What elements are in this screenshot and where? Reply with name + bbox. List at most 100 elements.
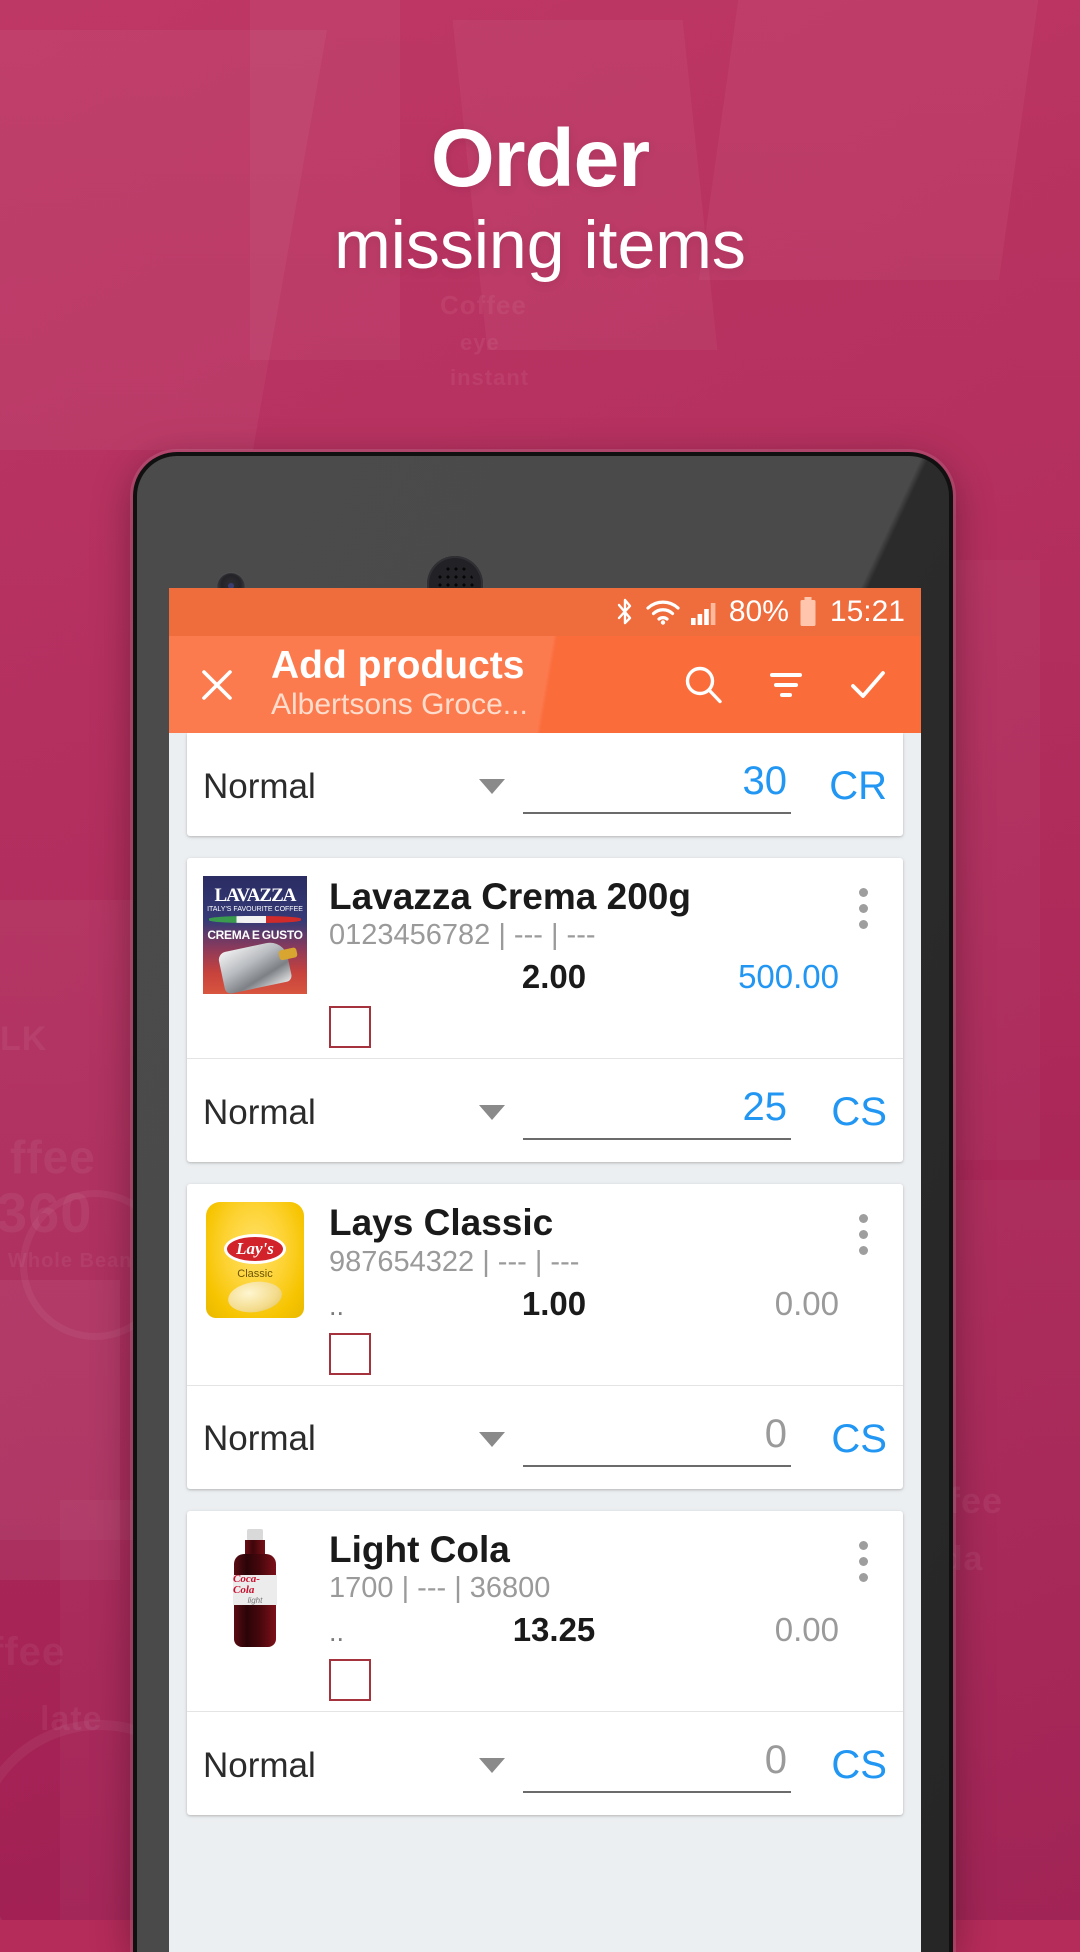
app-bar-titles: Add products Albertsons Groce... <box>271 644 677 723</box>
unit-label[interactable]: CS <box>791 1417 887 1462</box>
chevron-down-icon <box>479 1431 505 1447</box>
chevron-down-icon <box>479 1758 505 1774</box>
more-options-button[interactable] <box>839 1529 887 1701</box>
product-codes: 0123456782 | --- | --- <box>329 919 596 952</box>
product-summary[interactable]: Lay's Classic Lays Classic 987654322 | -… <box>187 1184 903 1386</box>
headline-line-1: Order <box>430 113 650 204</box>
ghost-label: ffee <box>0 1630 66 1674</box>
close-icon <box>202 669 232 700</box>
list-item[interactable]: Coca-Cola light Light Cola 1700 | --- | 3… <box>187 1510 903 1816</box>
product-summary[interactable]: LAVAZZA ITALY'S FAVOURITE COFFEE CREMA E… <box>187 858 903 1060</box>
quantity-input[interactable]: 0 <box>523 1738 791 1794</box>
check-icon <box>851 670 885 698</box>
list-item-partial[interactable]: Normal 30 CR <box>187 733 903 836</box>
quantity-input[interactable]: 25 <box>523 1085 791 1141</box>
more-vertical-icon <box>858 1230 868 1240</box>
order-type-select[interactable]: Normal <box>203 1746 523 1786</box>
order-type-label: Normal <box>203 1092 316 1132</box>
battery-icon <box>798 596 818 628</box>
order-quantity-row[interactable]: Normal 25 CS <box>187 1059 903 1162</box>
lavazza-crema-gusto-pack-icon: LAVAZZA ITALY'S FAVOURITE COFFEE CREMA E… <box>203 876 307 994</box>
product-info: Lavazza Crema 200g 0123456782 | --- | --… <box>329 876 839 1049</box>
phone-bezel: 80% 15:21 Add products Albertsons Groce.… <box>137 456 949 1952</box>
more-options-button[interactable] <box>839 876 887 1048</box>
order-type-label: Normal <box>203 1745 316 1785</box>
ghost-label: late <box>40 1700 103 1738</box>
product-name: Light Cola <box>329 1528 510 1570</box>
order-type-select[interactable]: Normal <box>203 1093 523 1133</box>
product-price: 500.00 <box>738 958 839 996</box>
filter-icon <box>770 672 802 697</box>
ghost-label: eye <box>460 330 500 355</box>
status-bar-clock: 15:21 <box>829 595 905 628</box>
product-metrics: 2.00 500.00 <box>329 958 839 996</box>
more-options-button[interactable] <box>839 1202 887 1374</box>
page-subtitle: Albertsons Groce... <box>271 687 528 721</box>
bluetooth-icon <box>614 597 636 627</box>
ghost-label: Coffee <box>440 290 527 320</box>
coca-cola-light-bottle-icon: Coca-Cola light <box>203 1528 307 1647</box>
promo-headline: Order missing items <box>0 118 1080 292</box>
app-bar: Add products Albertsons Groce... <box>169 636 921 733</box>
product-quantity: 1.00 <box>521 1284 587 1322</box>
quantity-value: 25 <box>742 1085 788 1130</box>
quantity-input[interactable]: 0 <box>523 1412 791 1467</box>
close-button[interactable] <box>189 657 245 713</box>
ghost-label: 360 <box>0 1181 93 1244</box>
product-checkbox[interactable] <box>329 1332 371 1375</box>
unit-label[interactable]: CS <box>791 1090 887 1135</box>
product-checkbox[interactable] <box>329 1659 371 1702</box>
product-quantity: 13.25 <box>512 1611 596 1649</box>
quantity-input[interactable]: 30 <box>523 759 791 814</box>
product-list[interactable]: Normal 30 CR LAVAZZA ITALY'S FAVOURITE C… <box>169 733 921 1816</box>
product-note: .. <box>329 1617 345 1648</box>
product-thumbnail: LAVAZZA ITALY'S FAVOURITE COFFEE CREMA E… <box>203 876 307 994</box>
phone-mockup: 80% 15:21 Add products Albertsons Groce.… <box>133 452 953 1952</box>
unit-label[interactable]: CS <box>791 1743 887 1788</box>
lays-classic-chips-bag-icon: Lay's Classic <box>203 1202 307 1320</box>
quantity-value: 30 <box>742 759 788 803</box>
ghost-label: LK <box>0 1020 48 1058</box>
more-vertical-icon <box>858 1540 868 1550</box>
unit-label[interactable]: CR <box>791 764 887 809</box>
product-info: Lays Classic 987654322 | --- | --- .. 1.… <box>329 1202 839 1375</box>
product-quantity: 2.00 <box>521 958 587 996</box>
product-name: Lays Classic <box>329 1202 554 1244</box>
product-codes: 987654322 | --- | --- <box>329 1245 580 1278</box>
confirm-button[interactable] <box>841 658 895 712</box>
phone-screen: 80% 15:21 Add products Albertsons Groce.… <box>169 588 921 1952</box>
product-summary[interactable]: Coca-Cola light Light Cola 1700 | --- | 3… <box>187 1511 903 1713</box>
product-name: Lavazza Crema 200g <box>329 876 691 917</box>
order-quantity-row[interactable]: Normal 30 CR <box>187 733 903 836</box>
more-vertical-icon <box>858 1214 868 1224</box>
page-title: Add products <box>271 644 525 688</box>
chevron-down-icon <box>479 779 505 794</box>
order-quantity-row[interactable]: Normal 0 CS <box>187 1386 903 1489</box>
order-type-label: Normal <box>203 766 316 806</box>
product-info: Light Cola 1700 | --- | 36800 .. 13.25 0… <box>329 1528 839 1702</box>
more-vertical-icon <box>858 1556 868 1566</box>
order-quantity-row[interactable]: Normal 0 CS <box>187 1712 903 1815</box>
order-type-select[interactable]: Normal <box>203 767 523 807</box>
order-type-select[interactable]: Normal <box>203 1419 523 1459</box>
chevron-down-icon <box>479 1105 505 1121</box>
filter-button[interactable] <box>759 658 813 712</box>
product-price: 0.00 <box>774 1284 839 1322</box>
list-item[interactable]: Lay's Classic Lays Classic 987654322 | -… <box>187 1184 903 1489</box>
more-vertical-icon <box>858 1246 868 1256</box>
more-vertical-icon <box>858 888 868 897</box>
status-bar: 80% 15:21 <box>169 588 921 636</box>
product-codes: 1700 | --- | 36800 <box>329 1572 551 1605</box>
search-button[interactable] <box>677 658 731 712</box>
more-vertical-icon <box>858 1572 868 1582</box>
battery-percent-label: 80% <box>728 595 789 628</box>
ghost-label: instant <box>450 365 530 390</box>
ghost-label: Whole Bean <box>8 1250 133 1272</box>
product-metrics: .. 13.25 0.00 <box>329 1611 839 1649</box>
list-item[interactable]: LAVAZZA ITALY'S FAVOURITE COFFEE CREMA E… <box>187 858 903 1163</box>
product-checkbox[interactable] <box>329 1006 371 1049</box>
product-metrics: .. 1.00 0.00 <box>329 1285 839 1323</box>
product-thumbnail: Lay's Classic <box>203 1202 307 1320</box>
product-thumbnail: Coca-Cola light <box>203 1528 307 1647</box>
ghost-label: ffee <box>10 1131 96 1183</box>
